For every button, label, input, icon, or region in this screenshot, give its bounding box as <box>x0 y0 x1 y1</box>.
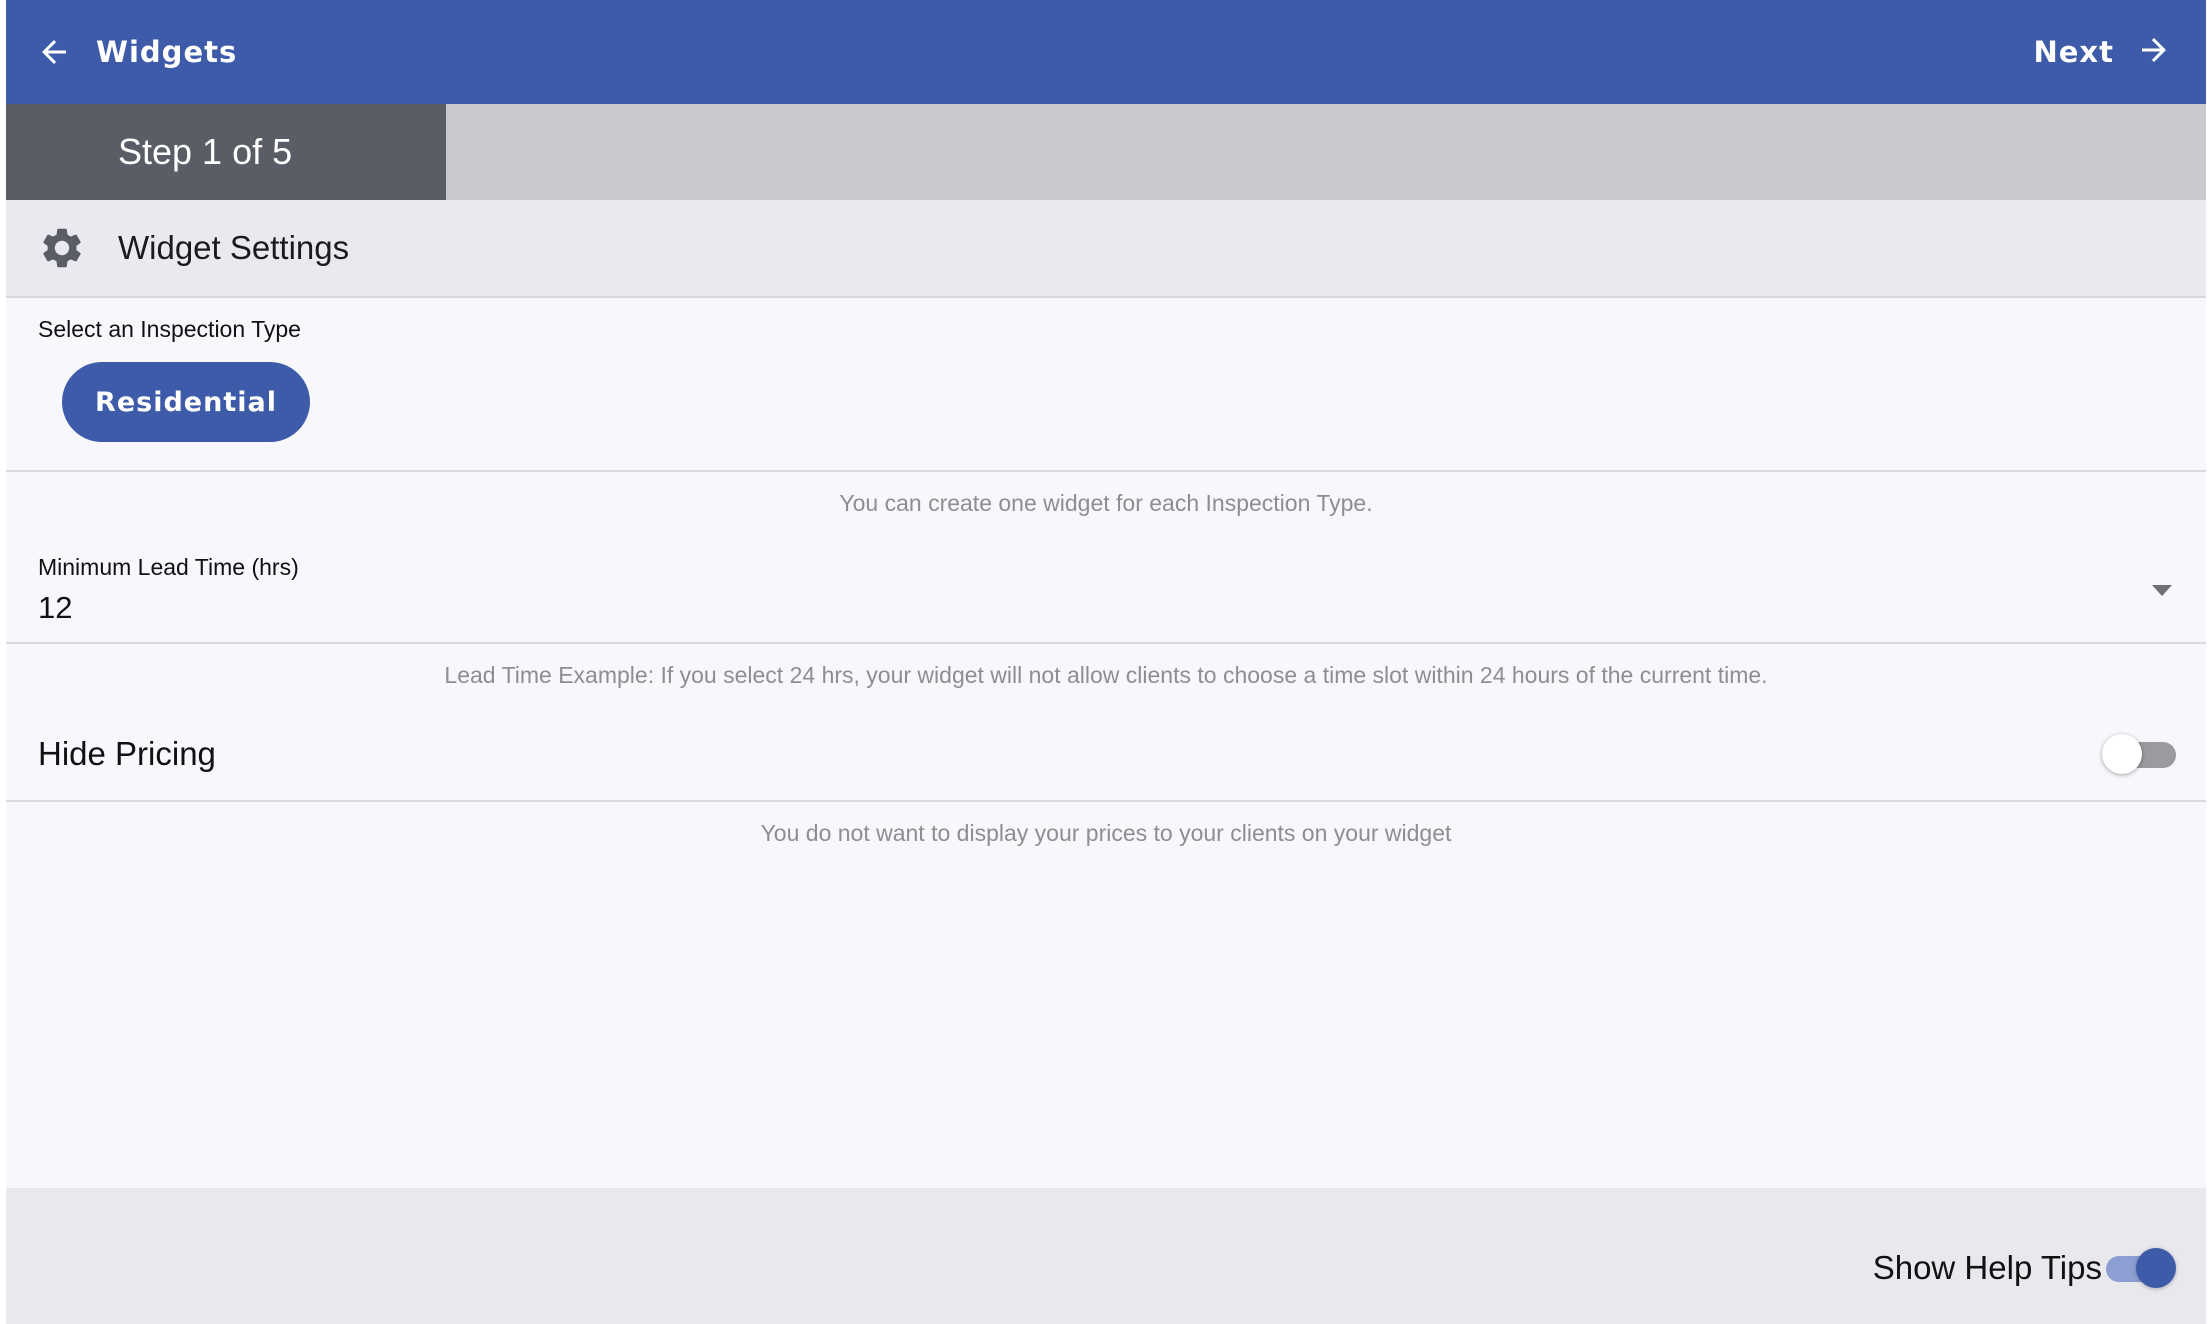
next-button[interactable]: Next <box>2033 22 2172 82</box>
section-header: Widget Settings <box>6 200 2206 298</box>
section-title: Widget Settings <box>118 229 350 266</box>
inspection-type-label: Select an Inspection Type <box>38 316 301 342</box>
widget-setup-window: Widgets Next Step 1 of 5 Widget Settings… <box>6 0 2206 1324</box>
lead-time-help: Lead Time Example: If you select 24 hrs,… <box>444 662 1768 688</box>
gear-icon <box>38 224 86 272</box>
toggle-knob <box>2102 734 2142 774</box>
next-label: Next <box>2033 35 2114 69</box>
step-label: Step 1 of 5 <box>118 131 293 172</box>
footer-bar: Show Help Tips <box>6 1188 2206 1324</box>
lead-time-label: Minimum Lead Time (hrs) <box>38 554 299 580</box>
back-label: Widgets <box>96 35 238 69</box>
hide-pricing-help: You do not want to display your prices t… <box>760 820 1452 846</box>
inspection-type-residential-button[interactable]: Residential <box>62 362 310 442</box>
arrow-right-icon <box>2136 32 2172 73</box>
arrow-left-icon <box>36 34 72 70</box>
top-app-bar: Widgets Next <box>6 0 2206 104</box>
hide-pricing-label: Hide Pricing <box>38 735 216 772</box>
back-to-widgets-button[interactable]: Widgets <box>36 22 237 82</box>
divider <box>6 800 2206 802</box>
hide-pricing-toggle[interactable] <box>2102 734 2178 774</box>
show-help-tips-label: Show Help Tips <box>1872 1249 2102 1286</box>
divider <box>6 470 2206 472</box>
step-progress-bar: Step 1 of 5 <box>6 104 2206 200</box>
lead-time-select[interactable]: 12 <box>38 590 72 626</box>
caret-down-icon[interactable] <box>2152 584 2172 596</box>
toggle-knob <box>2136 1248 2176 1288</box>
inspection-type-help: You can create one widget for each Inspe… <box>839 490 1373 516</box>
show-help-tips-toggle[interactable] <box>2100 1248 2176 1288</box>
divider <box>6 642 2206 644</box>
